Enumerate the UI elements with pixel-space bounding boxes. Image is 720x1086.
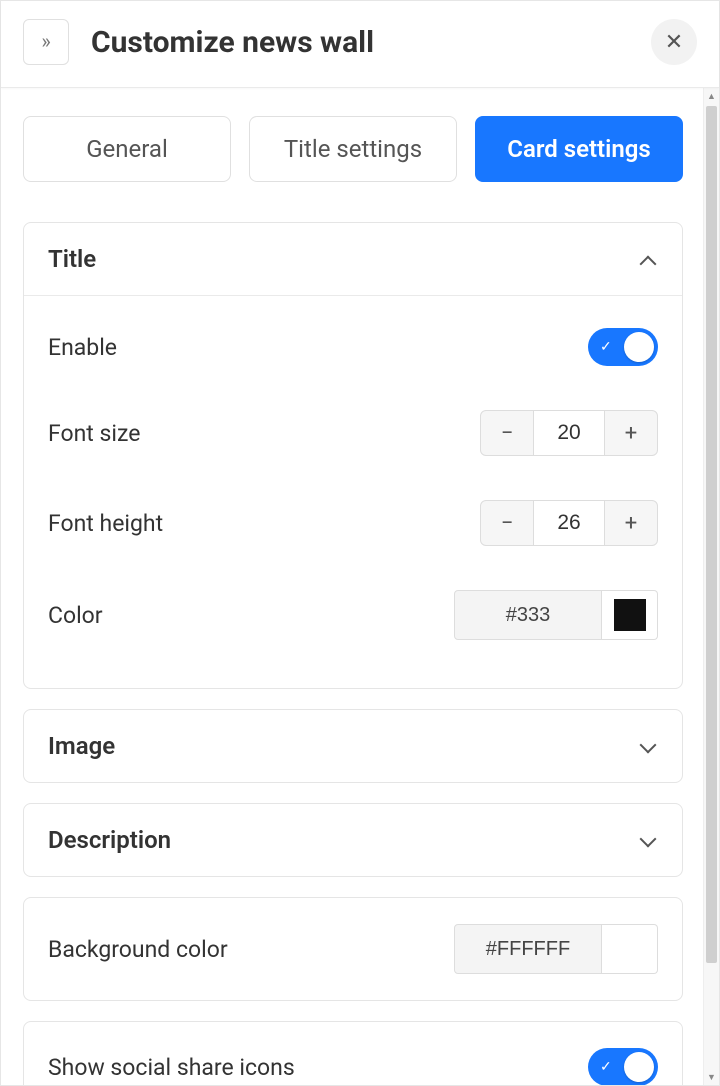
close-icon: ✕ xyxy=(665,30,683,55)
font-height-decrement[interactable]: − xyxy=(480,500,534,546)
section-social-icons: Show social share icons ✓ xyxy=(23,1021,683,1085)
scroll-down-icon: ▼ xyxy=(704,1069,719,1085)
row-enable: Enable ✓ xyxy=(48,306,658,388)
title-color-swatch-button[interactable] xyxy=(602,590,658,640)
collapse-button[interactable]: » xyxy=(23,19,69,65)
section-description-heading: Description xyxy=(48,826,171,854)
social-icons-toggle[interactable]: ✓ xyxy=(588,1048,658,1085)
tabs: General Title settings Card settings xyxy=(23,116,683,182)
scrollbar[interactable]: ▲ ▼ xyxy=(703,88,719,1085)
background-color-swatch-button[interactable] xyxy=(602,924,658,974)
background-color-label: Background color xyxy=(48,936,228,963)
font-size-input[interactable] xyxy=(534,410,604,456)
section-description: Description xyxy=(23,803,683,877)
chevron-down-icon xyxy=(640,833,658,851)
row-font-height: Font height − + xyxy=(48,478,658,568)
toggle-knob xyxy=(624,332,654,362)
section-title-header[interactable]: Title xyxy=(24,223,682,296)
background-color-swatch xyxy=(614,933,646,965)
scroll-thumb[interactable] xyxy=(706,106,717,963)
chevron-up-icon xyxy=(640,252,658,270)
section-title-body: Enable ✓ Font size − + xyxy=(24,296,682,688)
font-height-stepper: − + xyxy=(480,500,658,546)
scroll-up-icon: ▲ xyxy=(704,88,719,104)
chevron-down-icon xyxy=(640,739,658,757)
title-color-field xyxy=(454,590,658,640)
color-label: Color xyxy=(48,602,103,629)
font-size-decrement[interactable]: − xyxy=(480,410,534,456)
section-background-color: Background color xyxy=(23,897,683,1001)
row-color: Color xyxy=(48,568,658,662)
font-height-label: Font height xyxy=(48,510,163,537)
title-color-input[interactable] xyxy=(454,590,602,640)
font-size-increment[interactable]: + xyxy=(604,410,658,456)
font-height-increment[interactable]: + xyxy=(604,500,658,546)
panel-title: Customize news wall xyxy=(91,25,651,60)
customize-panel: » Customize news wall ✕ General Title se… xyxy=(0,0,720,1086)
section-image-heading: Image xyxy=(48,732,115,760)
section-image-header[interactable]: Image xyxy=(24,710,682,782)
font-height-input[interactable] xyxy=(534,500,604,546)
tab-general[interactable]: General xyxy=(23,116,231,182)
enable-toggle[interactable]: ✓ xyxy=(588,328,658,366)
row-font-size: Font size − + xyxy=(48,388,658,478)
font-size-label: Font size xyxy=(48,420,140,447)
section-image: Image xyxy=(23,709,683,783)
panel-body-wrap: General Title settings Card settings Tit… xyxy=(1,88,719,1085)
tab-title-settings[interactable]: Title settings xyxy=(249,116,457,182)
check-icon: ✓ xyxy=(600,1059,612,1075)
check-icon: ✓ xyxy=(600,339,612,355)
section-description-header[interactable]: Description xyxy=(24,804,682,876)
enable-label: Enable xyxy=(48,334,117,361)
section-title: Title Enable ✓ Font size − xyxy=(23,222,683,689)
section-title-heading: Title xyxy=(48,245,96,273)
background-color-input[interactable] xyxy=(454,924,602,974)
social-icons-label: Show social share icons xyxy=(48,1054,295,1081)
font-size-stepper: − + xyxy=(480,410,658,456)
background-color-field xyxy=(454,924,658,974)
panel-body: General Title settings Card settings Tit… xyxy=(1,88,703,1085)
title-color-swatch xyxy=(614,599,646,631)
toggle-knob xyxy=(624,1052,654,1082)
tab-card-settings[interactable]: Card settings xyxy=(475,116,683,182)
panel-header: » Customize news wall ✕ xyxy=(1,1,719,88)
close-button[interactable]: ✕ xyxy=(651,19,697,65)
chevrons-right-icon: » xyxy=(41,31,50,51)
